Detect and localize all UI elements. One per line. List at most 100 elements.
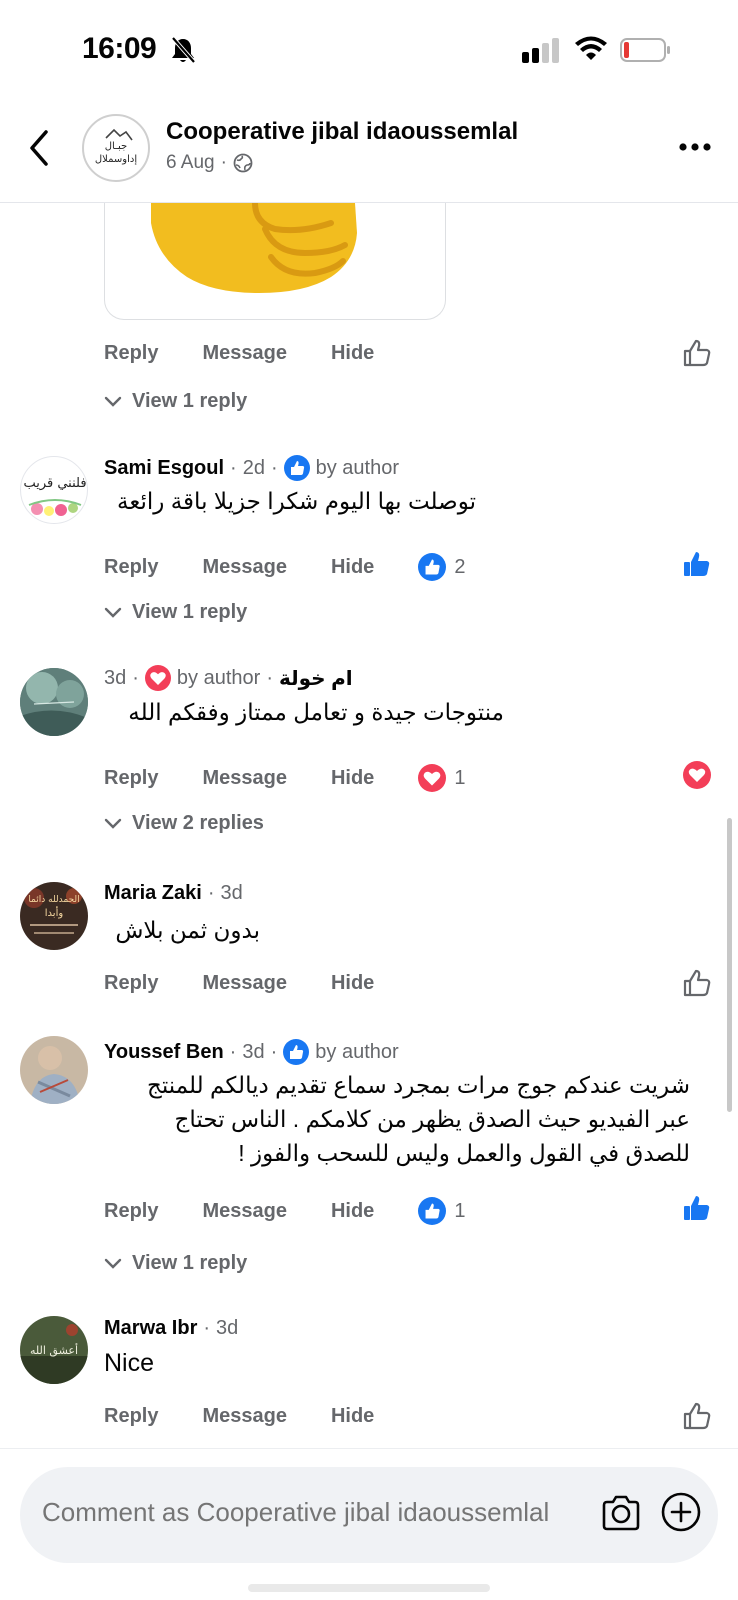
meta-separator: · — [266, 666, 273, 689]
chevron-down-icon — [104, 607, 122, 618]
comment-author[interactable]: Sami Esgoul — [104, 457, 224, 480]
avatar[interactable]: أعشق الله — [20, 1316, 88, 1384]
message-button[interactable]: Message — [202, 972, 287, 995]
comment-text-line: للصدق في القول والعمل وليس للسحب والفوز … — [238, 1140, 690, 1166]
scrollbar[interactable] — [727, 818, 732, 1112]
comment-header: Sami Esgoul · 2d · by author — [104, 455, 399, 481]
comment-text: Nice — [104, 1349, 155, 1377]
author-badge-label: by author — [176, 666, 261, 689]
reply-button[interactable]: Reply — [104, 972, 158, 995]
comment-actions: Reply Message Hide 1 — [104, 1197, 465, 1225]
hide-button[interactable]: Hide — [331, 767, 374, 790]
message-button[interactable]: Message — [202, 767, 287, 790]
view-replies-link[interactable]: View 1 reply — [104, 1252, 247, 1275]
message-button[interactable]: Message — [202, 1405, 287, 1428]
comment-composer[interactable] — [20, 1467, 718, 1563]
status-bar: 16:09 — [0, 0, 738, 100]
reaction-summary[interactable]: 2 — [418, 553, 465, 581]
like-button-active[interactable] — [682, 549, 712, 579]
comment-composer-bar — [0, 1448, 738, 1600]
comment-text: شريت عندكم جوج مرات بمجرد سماع تقديم ديا… — [104, 1068, 690, 1170]
wifi-icon — [575, 36, 607, 60]
reaction-summary[interactable]: 1 — [418, 1197, 465, 1225]
reaction-summary[interactable]: 1 — [418, 764, 465, 792]
reply-button[interactable]: Reply — [104, 767, 158, 790]
hide-button[interactable]: Hide — [331, 1200, 374, 1223]
comment-author[interactable]: Youssef Ben — [104, 1041, 224, 1064]
meta-separator: · — [203, 1317, 211, 1339]
reply-button[interactable]: Reply — [104, 1200, 158, 1223]
comment-text: توصلت بها اليوم شكرا جزيلا باقة رائعة — [117, 488, 476, 514]
avatar-text: وأبدا — [45, 906, 64, 919]
love-reaction-button-active[interactable] — [682, 760, 712, 790]
message-button[interactable]: Message — [202, 556, 287, 579]
comment-text: بدون ثمن بلاش — [115, 917, 260, 943]
thumbs-up-sticker — [151, 203, 357, 293]
post-header: جبـال إداوسملال Cooperative jibal idaous… — [0, 100, 738, 203]
comment-actions: Reply Message Hide — [104, 342, 418, 365]
reaction-count: 2 — [454, 555, 466, 578]
avatar[interactable]: الحمدلله دائما وأبدا — [20, 882, 88, 950]
hide-button[interactable]: Hide — [331, 342, 374, 365]
comment-time: 3d — [104, 666, 127, 689]
meta-separator: · — [270, 1040, 278, 1063]
comment-author[interactable]: Maria Zaki — [104, 882, 202, 905]
avatar-text: فلنني قريب — [23, 476, 86, 491]
post-meta: 6 Aug · — [166, 152, 253, 174]
comment-input[interactable] — [42, 1497, 612, 1528]
author-badge-label: by author — [315, 1040, 399, 1063]
love-badge-icon — [144, 665, 171, 691]
like-button-active[interactable] — [682, 1193, 712, 1223]
page-avatar[interactable]: جبـال إداوسملال — [82, 114, 150, 182]
avatar[interactable] — [20, 668, 88, 736]
camera-icon[interactable] — [600, 1493, 642, 1533]
comment-sticker[interactable] — [104, 203, 446, 320]
add-attachment-icon[interactable] — [660, 1491, 702, 1533]
meta-separator: · — [230, 456, 237, 479]
comment-time: 3d — [220, 882, 243, 904]
view-replies-link[interactable]: View 2 replies — [104, 812, 264, 835]
comment-time: 2d — [242, 456, 265, 479]
post-date: 6 Aug — [166, 152, 215, 173]
avatar[interactable] — [20, 1036, 88, 1104]
back-button[interactable] — [24, 128, 56, 168]
avatar[interactable]: فلنني قريب — [20, 456, 88, 524]
comment-time: 3d — [242, 1040, 265, 1063]
comment-text: منتوجات جيدة و تعامل ممتاز وفقكم الله — [128, 699, 504, 725]
comment-actions: Reply Message Hide — [104, 1405, 418, 1428]
comment-header: Youssef Ben · 3d · by author — [104, 1039, 399, 1065]
like-button[interactable] — [682, 968, 712, 998]
reply-button[interactable]: Reply — [104, 342, 158, 365]
bell-off-icon — [171, 36, 196, 64]
like-button[interactable] — [682, 1401, 712, 1431]
reply-button[interactable]: Reply — [104, 556, 158, 579]
hide-button[interactable]: Hide — [331, 972, 374, 995]
like-button[interactable] — [682, 338, 712, 368]
comment-author[interactable]: ام خولة — [279, 666, 353, 691]
hide-button[interactable]: Hide — [331, 556, 374, 579]
view-replies-link[interactable]: View 1 reply — [104, 601, 247, 624]
message-button[interactable]: Message — [202, 342, 287, 365]
avatar-image: الحمدلله دائما وأبدا — [20, 882, 88, 950]
globe-icon — [233, 153, 253, 173]
more-options-button[interactable] — [678, 140, 712, 154]
love-reaction-icon — [418, 764, 447, 792]
status-time: 16:09 — [82, 32, 157, 65]
author-badge-label: by author — [315, 456, 400, 479]
hide-button[interactable]: Hide — [331, 1405, 374, 1428]
cellular-signal-icon — [522, 38, 559, 63]
home-indicator — [248, 1584, 490, 1592]
avatar-text: أعشق الله — [30, 1343, 78, 1358]
avatar-text: الحمدلله دائما — [28, 895, 79, 905]
meta-separator: · — [132, 666, 139, 689]
view-replies-link[interactable]: View 1 reply — [104, 390, 247, 413]
message-button[interactable]: Message — [202, 1200, 287, 1223]
meta-separator: · — [220, 152, 227, 173]
comment-author[interactable]: Marwa Ibr — [104, 1317, 197, 1340]
reaction-count: 1 — [454, 766, 466, 789]
logo-text-line2: إداوسملال — [95, 154, 137, 165]
reply-button[interactable]: Reply — [104, 1405, 158, 1428]
page-logo: جبـال إداوسملال — [95, 128, 137, 165]
like-badge-icon — [283, 1039, 310, 1065]
page-name[interactable]: Cooperative jibal idaoussemlal — [166, 118, 518, 146]
